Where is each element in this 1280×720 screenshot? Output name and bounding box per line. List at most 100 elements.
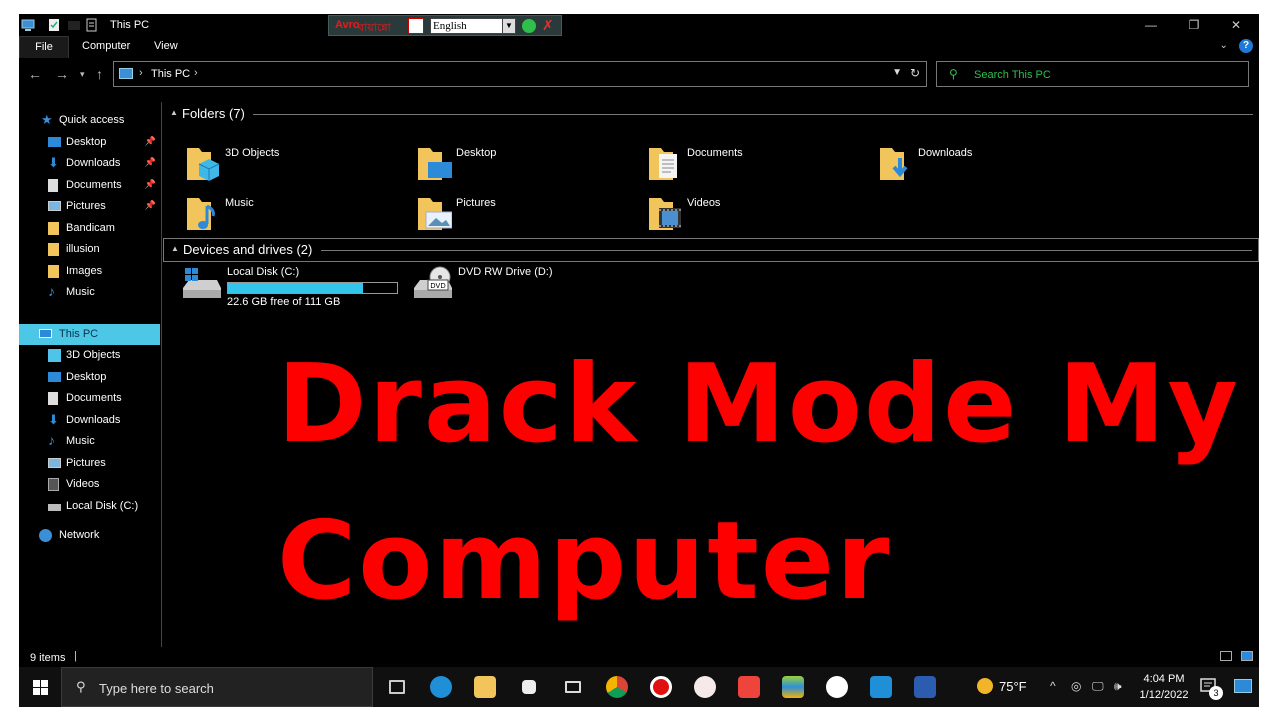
notification-button[interactable]: 3 [1199, 676, 1223, 700]
recorder-button[interactable] [639, 667, 683, 707]
pin-icon[interactable]: 📌 [145, 157, 156, 168]
back-arrow-icon[interactable]: ← [28, 66, 42, 82]
network-icon[interactable]: 🖵 [1092, 679, 1104, 694]
breadcrumb-separator-icon[interactable]: › [139, 67, 143, 79]
properties-icon[interactable] [47, 18, 61, 32]
sidebar-item-3d-objects[interactable]: 3D Objects [19, 345, 160, 366]
folder-downloads[interactable]: Downloads [878, 144, 1098, 188]
group-header-folders[interactable]: ▲ Folders (7) [163, 103, 1259, 125]
meet-now-icon[interactable]: ◎ [1071, 679, 1081, 693]
chrome-button[interactable] [595, 667, 639, 707]
sidebar-item-downloads-pc[interactable]: ⬇ Downloads [19, 410, 160, 431]
address-bar[interactable]: › This PC › ▼ ↻ [113, 61, 927, 87]
ime-layout-icon[interactable] [408, 18, 424, 34]
expand-ribbon-icon[interactable]: ⌄ [1220, 40, 1228, 51]
search-box[interactable]: ⚲ Search This PC [936, 61, 1249, 87]
pin-icon[interactable]: 📌 [145, 200, 156, 211]
breadcrumb-separator-icon[interactable]: › [194, 67, 198, 79]
tab-file[interactable]: File [19, 36, 69, 58]
weather-widget[interactable]: 75°F [977, 678, 1027, 694]
close-button[interactable]: ✕ [1228, 17, 1244, 33]
sidebar-item-videos[interactable]: Videos [19, 474, 160, 495]
signal-button[interactable] [815, 667, 859, 707]
chevron-down-icon[interactable]: ▼ [502, 19, 515, 33]
file-explorer-button[interactable] [463, 667, 507, 707]
sidebar-item-quick-access[interactable]: ★ Quick access [19, 110, 160, 131]
computer-icon[interactable] [21, 18, 35, 32]
sidebar-item-illusion[interactable]: illusion [19, 239, 160, 260]
refresh-icon[interactable]: ↻ [910, 66, 920, 80]
folder-desktop[interactable]: Desktop [416, 144, 636, 188]
drive-usage-bar [227, 282, 398, 294]
minimize-button[interactable]: — [1143, 17, 1159, 33]
start-button[interactable] [19, 667, 61, 707]
sidebar-item-music[interactable]: ♪ Music [19, 282, 160, 303]
cube-folder-icon [187, 148, 220, 181]
sidebar-item-bandicam[interactable]: Bandicam [19, 218, 160, 239]
chevron-down-icon[interactable]: ▼ [892, 67, 902, 78]
sidebar-item-downloads[interactable]: ⬇ Downloads 📌 [19, 153, 160, 174]
sidebar-item-desktop[interactable]: Desktop 📌 [19, 132, 160, 153]
paint-button[interactable] [683, 667, 727, 707]
customize-icon[interactable] [85, 18, 99, 32]
ime-close-icon[interactable]: ✗ [542, 17, 554, 34]
recent-locations-icon[interactable]: ▾ [80, 69, 85, 80]
sidebar-item-desktop-pc[interactable]: Desktop [19, 367, 160, 388]
word-button[interactable] [903, 667, 947, 707]
store-icon [522, 680, 536, 694]
sidebar-item-network[interactable]: Network [19, 525, 160, 546]
folder-music[interactable]: Music [185, 194, 405, 238]
store-button[interactable] [507, 667, 551, 707]
ime-go-icon[interactable] [522, 19, 536, 33]
music-icon: ♪ [48, 432, 55, 448]
breadcrumb-this-pc[interactable]: This PC [151, 68, 190, 80]
collapse-icon[interactable]: ▲ [171, 244, 179, 253]
vscode-button[interactable] [859, 667, 903, 707]
ime-toolbar: Avro বায়ান্নো English ▼ ✗ [328, 15, 562, 36]
maximize-button[interactable]: ❐ [1186, 17, 1202, 33]
sidebar-item-documents[interactable]: Documents 📌 [19, 175, 160, 196]
drive-dvd-d[interactable]: DVD DVD RW Drive (D:) [412, 266, 612, 310]
sidebar-item-documents-pc[interactable]: Documents [19, 388, 160, 409]
desktop-folder-icon [418, 148, 452, 180]
taskbar: ⚲ Type here to search 75°F ^ ◎ 🖵 🕪 4:04 … [19, 667, 1259, 707]
taskbar-search[interactable]: ⚲ Type here to search [61, 667, 373, 707]
avro-logo[interactable]: Avro [335, 19, 360, 31]
ime-language-select[interactable]: English ▼ [430, 18, 516, 34]
folder-3d-objects[interactable]: 3D Objects [185, 144, 405, 188]
search-icon: ⚲ [949, 67, 958, 81]
large-icons-view-icon[interactable] [1241, 651, 1253, 661]
pin-icon[interactable]: 📌 [145, 136, 156, 147]
forward-arrow-icon[interactable]: → [55, 66, 69, 82]
up-arrow-icon[interactable]: ↑ [96, 66, 103, 82]
sidebar-item-this-pc[interactable]: This PC [19, 324, 160, 345]
sidebar-item-pictures-pc[interactable]: Pictures [19, 453, 160, 474]
volume-icon[interactable]: 🕪 [1114, 679, 1122, 694]
tab-view[interactable]: View [154, 40, 178, 52]
folder-label: Pictures [456, 197, 496, 209]
help-icon[interactable]: ? [1239, 39, 1253, 53]
folder-documents[interactable]: Documents [647, 144, 867, 188]
edge-button[interactable] [419, 667, 463, 707]
sidebar-item-images[interactable]: Images [19, 261, 160, 282]
tab-computer[interactable]: Computer [82, 40, 130, 52]
folder-pictures[interactable]: Pictures [416, 194, 636, 238]
sidebar-item-local-disk[interactable]: Local Disk (C:) [19, 496, 160, 517]
clock[interactable]: 4:04 PM 1/12/2022 [1137, 671, 1191, 703]
anydesk-button[interactable] [727, 667, 771, 707]
show-desktop-icon[interactable] [1234, 679, 1252, 693]
drive-local-disk-c[interactable]: Local Disk (C:) 22.6 GB free of 111 GB [181, 266, 411, 310]
bluestacks-button[interactable] [771, 667, 815, 707]
new-folder-icon[interactable] [67, 18, 81, 32]
sidebar-item-pictures[interactable]: Pictures 📌 [19, 196, 160, 217]
bluestacks-icon [782, 676, 804, 698]
collapse-icon[interactable]: ▲ [170, 108, 178, 117]
folder-videos[interactable]: Videos [647, 194, 867, 238]
group-header-devices[interactable]: ▲ Devices and drives (2) [163, 238, 1259, 262]
pin-icon[interactable]: 📌 [145, 179, 156, 190]
mail-button[interactable] [551, 667, 595, 707]
show-hidden-icons-icon[interactable]: ^ [1050, 679, 1056, 693]
sidebar-item-music-pc[interactable]: ♪ Music [19, 431, 160, 452]
task-view-button[interactable] [375, 667, 419, 707]
details-view-icon[interactable] [1219, 651, 1232, 661]
